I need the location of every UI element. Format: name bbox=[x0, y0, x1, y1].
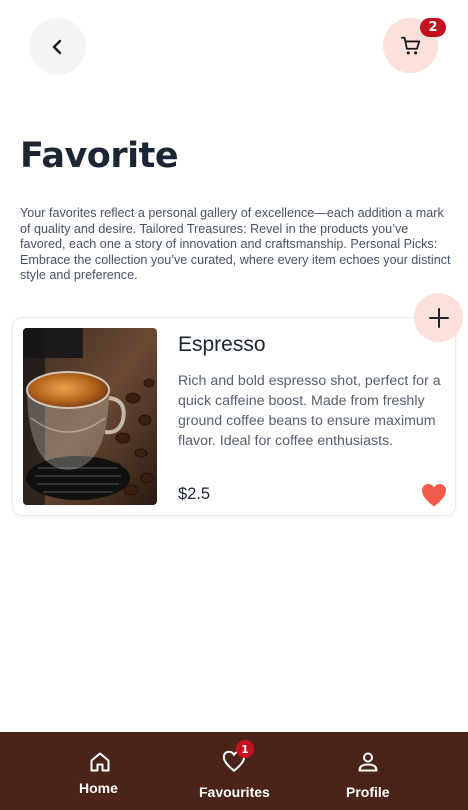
page-title: Favorite bbox=[20, 136, 179, 176]
nav-item-home[interactable]: Home bbox=[66, 732, 134, 810]
home-icon bbox=[90, 752, 110, 772]
back-button[interactable] bbox=[29, 18, 86, 75]
nav-label-home: Home bbox=[79, 780, 118, 796]
item-name: Espresso bbox=[178, 333, 266, 356]
heart-filled-icon bbox=[422, 484, 446, 507]
plus-icon bbox=[428, 307, 449, 328]
item-price: $2.5 bbox=[178, 485, 211, 503]
bottom-navigation: Home Favourites Profile bbox=[0, 732, 468, 810]
nav-item-profile[interactable]: Profile bbox=[338, 732, 398, 810]
nav-label-profile: Profile bbox=[346, 784, 390, 800]
page-description: Your favorites reflect a personal galler… bbox=[20, 206, 451, 283]
add-to-cart-button[interactable] bbox=[414, 293, 463, 342]
cart-icon bbox=[400, 36, 420, 54]
cart-count-badge: 2 bbox=[420, 18, 446, 37]
nav-label-favourites: Favourites bbox=[199, 784, 270, 800]
favorite-item-card[interactable]: Espresso Rich and bold espresso shot, pe… bbox=[12, 317, 456, 516]
item-description: Rich and bold espresso shot, perfect for… bbox=[178, 373, 441, 449]
favorite-toggle-button[interactable] bbox=[420, 482, 448, 508]
chevron-left-icon bbox=[52, 39, 61, 54]
user-icon bbox=[358, 752, 378, 772]
favourites-count-badge: 1 bbox=[236, 740, 254, 758]
nav-item-favourites[interactable]: Favourites bbox=[194, 732, 274, 810]
espresso-image bbox=[23, 328, 157, 505]
